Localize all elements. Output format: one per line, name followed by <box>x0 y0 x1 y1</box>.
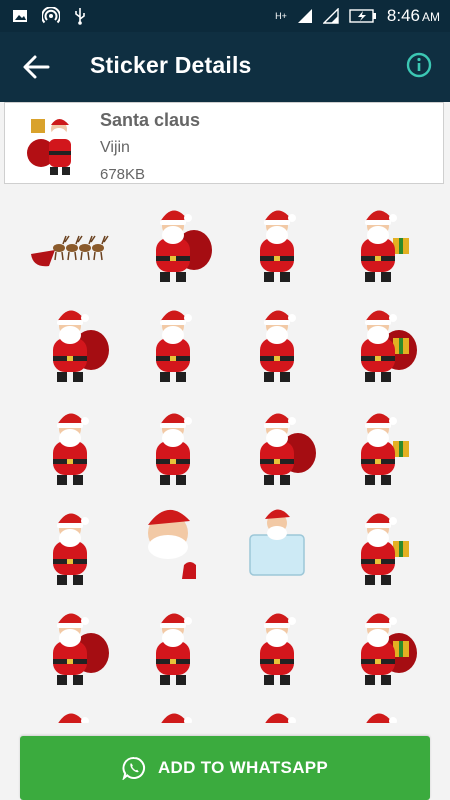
battery-icon <box>349 9 376 23</box>
signal-icon <box>322 8 339 24</box>
sticker-santa-arms-up-gifts[interactable] <box>333 298 423 388</box>
pack-name: Santa claus <box>100 110 201 130</box>
signal-icon <box>297 9 312 23</box>
add-to-whatsapp-button[interactable]: ADD TO WHATSAPP <box>20 736 430 800</box>
status-bar: H+ 8:46 AM <box>0 0 450 32</box>
sticker-santa-handstand[interactable] <box>128 401 218 491</box>
sticker-santa-pointing[interactable] <box>333 601 423 691</box>
arrow-left-icon[interactable] <box>22 54 50 80</box>
sticker-partial[interactable] <box>128 701 218 723</box>
info-icon[interactable] <box>406 52 432 78</box>
sticker-santa-peek[interactable] <box>232 401 322 491</box>
pack-author: Vijin <box>100 139 130 156</box>
sticker-santa-walking-sack[interactable] <box>232 298 322 388</box>
pack-tray-icon <box>27 119 71 175</box>
sticker-grid <box>0 198 450 723</box>
sticker-santa-thumbs[interactable] <box>25 601 115 691</box>
sticker-santa-blank-board[interactable] <box>232 501 322 591</box>
sticker-partial[interactable] <box>25 701 115 723</box>
add-to-whatsapp-label: ADD TO WHATSAPP <box>157 758 329 777</box>
hotspot-icon <box>42 7 60 24</box>
sticker-partial[interactable] <box>333 701 423 723</box>
sticker-santa-gift-raise[interactable] <box>333 501 423 591</box>
sticker-partial[interactable] <box>232 701 322 723</box>
network-type: H+ <box>275 11 287 21</box>
usb-icon <box>75 8 85 25</box>
sticker-santa-bow-belly[interactable] <box>25 298 115 388</box>
sticker-santa-face-mitten[interactable] <box>128 501 218 591</box>
sticker-santa-pulling-sack[interactable] <box>128 601 218 691</box>
sticker-santa-sign[interactable] <box>333 401 423 491</box>
whatsapp-icon <box>122 756 145 780</box>
image-icon <box>13 10 27 22</box>
sticker-santa-presents-stack[interactable] <box>25 401 115 491</box>
sticker-santa-holding-sack[interactable] <box>25 501 115 591</box>
clock: 8:46 AM <box>386 6 440 25</box>
sticker-santa-bell-sack[interactable] <box>128 298 218 388</box>
app-bar: Sticker Details <box>0 32 450 102</box>
pack-size: 678KB <box>100 166 146 183</box>
sticker-santa-gift-sack[interactable] <box>128 198 218 288</box>
sticker-santa-running-sack[interactable] <box>232 601 322 691</box>
sticker-santa-gift-boxes[interactable] <box>333 198 423 288</box>
sticker-pack-card: Santa claus Vijin 678KB <box>4 102 444 184</box>
page-title: Sticker Details <box>90 52 252 78</box>
sticker-santa-toy-bag[interactable] <box>232 198 322 288</box>
sticker-santa-sleigh-reindeer[interactable] <box>25 198 115 288</box>
